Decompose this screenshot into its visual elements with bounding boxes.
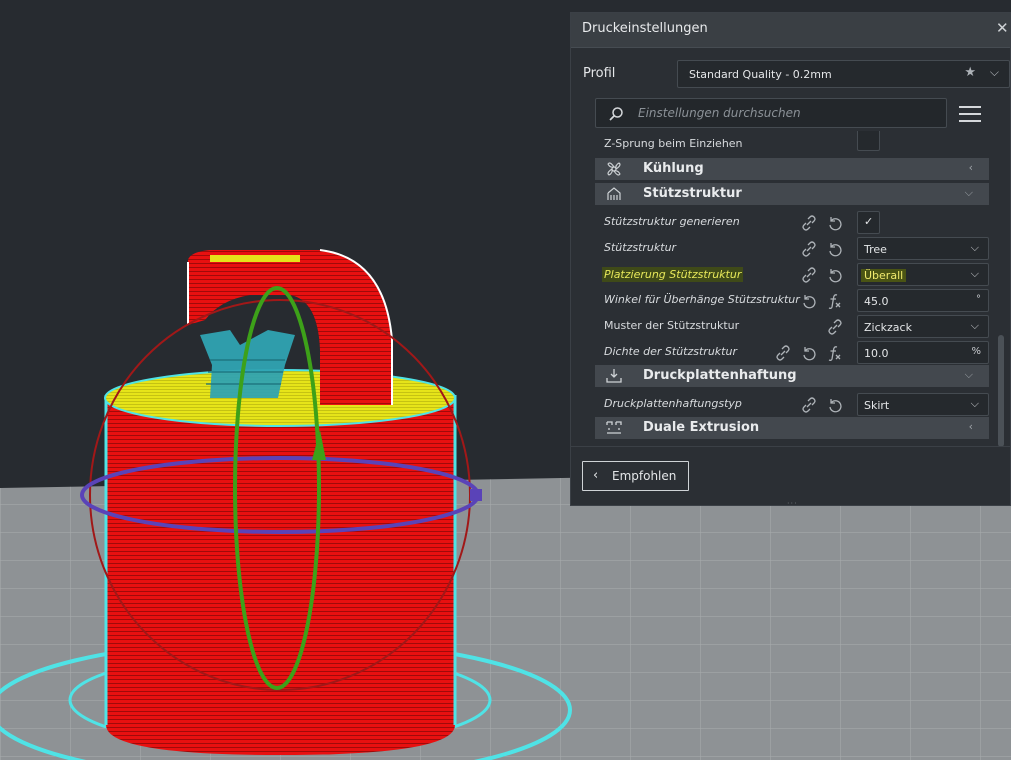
settings-menu-icon[interactable] (959, 103, 981, 123)
chevron-down-icon: ⌵ (970, 267, 979, 280)
setting-label: Platzierung Stützstruktur (602, 267, 744, 282)
chevron-down-icon: ⌵ (964, 186, 973, 199)
setting-row-adhesion-type: Druckplattenhaftungstyp Skirt ⌵ (595, 391, 989, 417)
recommended-label: Empfohlen (612, 469, 677, 483)
reset-icon[interactable] (827, 241, 843, 257)
print-settings-panel: Druckeinstellungen ✕ Profil Standard Qua… (570, 12, 1011, 508)
category-label: Druckplattenhaftung (643, 368, 797, 383)
setting-label: Stützstruktur (604, 241, 677, 254)
link-icon[interactable] (801, 267, 817, 283)
unit-label: % (971, 346, 981, 357)
dual-extrusion-icon (606, 421, 622, 434)
profile-value: Standard Quality - 0.2mm (689, 68, 832, 81)
setting-row-support-angle: Winkel für Überhänge Stützstruktur 45.0 … (595, 287, 989, 313)
settings-search-input[interactable]: Einstellungen durchsuchen (595, 98, 947, 128)
build-plate-icon (606, 369, 622, 383)
reset-icon[interactable] (801, 345, 817, 361)
panel-header: Druckeinstellungen ✕ (571, 13, 1010, 48)
setting-row-support-structure: Stützstruktur Tree ⌵ (595, 235, 989, 261)
category-adhesion[interactable]: Druckplattenhaftung ⌵ (595, 365, 989, 387)
select-value: Skirt (864, 399, 890, 412)
link-icon[interactable] (801, 397, 817, 413)
category-cooling[interactable]: Kühlung ‹ (595, 158, 989, 180)
resize-grip-icon[interactable]: ··· (787, 499, 798, 508)
function-icon[interactable] (827, 293, 843, 309)
select-value: Überall (861, 269, 907, 282)
adhesion-type-select[interactable]: Skirt ⌵ (857, 393, 989, 416)
chevron-left-icon: ‹ (593, 468, 599, 483)
setting-label: Muster der Stützstruktur (604, 319, 740, 332)
setting-row-support-density: Dichte der Stützstruktur 10.0 % (595, 339, 989, 365)
reset-icon[interactable] (827, 215, 843, 231)
setting-row-support-generate: Stützstruktur generieren ✓ (595, 209, 989, 235)
panel-title: Druckeinstellungen (582, 21, 708, 36)
unit-label: ° (976, 294, 981, 305)
star-icon[interactable]: ★ (964, 65, 976, 80)
chevron-left-icon: ‹ (968, 420, 973, 433)
check-icon: ✓ (864, 215, 874, 228)
select-value: Tree (864, 243, 887, 256)
setting-label: Winkel für Überhänge Stützstruktur (604, 293, 800, 306)
link-icon[interactable] (775, 345, 791, 361)
search-placeholder: Einstellungen durchsuchen (638, 106, 801, 120)
function-icon[interactable] (827, 345, 843, 361)
chevron-down-icon: ⌵ (970, 319, 979, 332)
model-cylinder (104, 369, 457, 755)
z-hop-checkbox[interactable] (857, 131, 880, 151)
setting-row-z-hop: Z-Sprung beim Einziehen (595, 131, 989, 157)
setting-label: Druckplattenhaftungstyp (604, 397, 742, 410)
panel-footer: ‹ Empfohlen ··· (571, 446, 1010, 508)
profile-select[interactable]: Standard Quality - 0.2mm ★ ⌵ (677, 60, 1010, 88)
reset-icon[interactable] (827, 397, 843, 413)
category-label: Duale Extrusion (643, 420, 760, 435)
setting-row-support-pattern: Muster der Stützstruktur Zickzack ⌵ (595, 313, 989, 339)
profile-label: Profil (583, 66, 616, 81)
input-value: 10.0 (864, 347, 889, 360)
reset-icon[interactable] (827, 267, 843, 283)
search-icon (609, 107, 623, 121)
chevron-down-icon: ⌵ (970, 241, 979, 254)
setting-label: Stützstruktur generieren (604, 215, 740, 228)
setting-row-support-placement: Platzierung Stützstruktur Überall ⌵ (595, 261, 989, 287)
support-generate-checkbox[interactable]: ✓ (857, 211, 880, 234)
setting-label: Z-Sprung beim Einziehen (604, 137, 743, 150)
link-icon[interactable] (801, 241, 817, 257)
category-label: Kühlung (643, 161, 704, 176)
support-density-input[interactable]: 10.0 % (857, 341, 989, 364)
support-structure-select[interactable]: Tree ⌵ (857, 237, 989, 260)
support-placement-select[interactable]: Überall ⌵ (857, 263, 989, 286)
close-icon[interactable]: ✕ (996, 19, 1010, 37)
link-icon[interactable] (801, 215, 817, 231)
chevron-down-icon: ⌵ (970, 397, 979, 410)
input-value: 45.0 (864, 295, 889, 308)
setting-label: Dichte der Stützstruktur (604, 345, 737, 358)
support-angle-input[interactable]: 45.0 ° (857, 289, 989, 312)
chevron-down-icon: ⌵ (964, 368, 973, 381)
category-label: Stützstruktur (643, 186, 742, 201)
recommended-button[interactable]: ‹ Empfohlen (582, 461, 689, 491)
category-support[interactable]: Stützstruktur ⌵ (595, 183, 989, 205)
fan-icon (607, 162, 621, 176)
support-icon (607, 187, 621, 200)
settings-scrollbar[interactable] (998, 335, 1004, 447)
reset-icon[interactable] (801, 293, 817, 309)
support-pattern-select[interactable]: Zickzack ⌵ (857, 315, 989, 338)
link-icon[interactable] (827, 319, 843, 335)
category-dual-extrusion[interactable]: Duale Extrusion ‹ (595, 417, 989, 439)
chevron-left-icon: ‹ (968, 161, 973, 174)
settings-list: Z-Sprung beim Einziehen Kühlung ‹ Stützs… (595, 131, 989, 447)
chevron-down-icon: ⌵ (989, 65, 999, 79)
select-value: Zickzack (864, 321, 912, 334)
